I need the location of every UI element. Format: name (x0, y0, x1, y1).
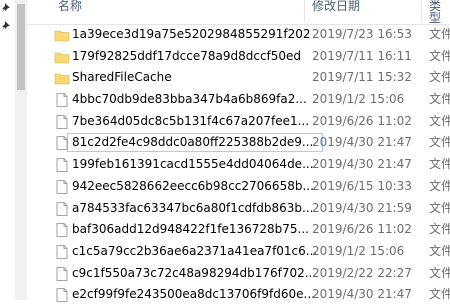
file-icon (56, 266, 68, 281)
modified-date: 2019/2/22 22:27 (312, 265, 412, 280)
modified-date: 2019/4/30 21:47 (312, 135, 412, 150)
file-name: c9c1f550a73c72c48a98294db176f702... (72, 265, 317, 280)
file-icon (56, 179, 68, 194)
column-divider[interactable] (304, 0, 305, 22)
file-type: 文件 (429, 48, 450, 63)
modified-date: 2019/7/11 15:32 (312, 70, 412, 85)
folder-icon (54, 30, 70, 42)
file-row[interactable]: c1c5a79cc2b36ae6a2371a41ea7f01c6... 2019/… (27, 241, 450, 263)
file-row[interactable]: 942eec5828662eecc6b98cc2706658b... 2019/6… (27, 176, 450, 198)
file-name: 942eec5828662eecc6b98cc2706658b... (72, 178, 314, 193)
modified-date: 2019/6/26 11:02 (312, 222, 412, 237)
file-name: 179f92825ddf17dcce78a9d8dccf50ed (72, 48, 302, 63)
file-row[interactable]: e2cf99f9fe243500ea8dc13706f9fd60e... 2019… (27, 284, 450, 306)
file-row[interactable]: a784533fac63347bc6a80f1cdfdb863b... 2019/… (27, 198, 450, 220)
file-type: 文件 (429, 92, 450, 107)
modified-date: 2019/4/30 21:47 (312, 157, 412, 172)
pin-icon[interactable] (1, 2, 12, 13)
column-header-type[interactable]: 类型 (429, 0, 450, 24)
file-row[interactable]: 1a39ece3d19a75e5202984855291f202 2019/7/2… (27, 24, 450, 46)
file-row[interactable]: c9c1f550a73c72c48a98294db176f702... 2019/… (27, 263, 450, 285)
file-type: 文件 (429, 200, 450, 215)
modified-date: 2019/7/23 16:53 (312, 27, 412, 41)
file-type: 文件 (429, 157, 450, 172)
file-name: a784533fac63347bc6a80f1cdfdb863b... (72, 200, 314, 215)
file-type: 文件 (429, 178, 450, 193)
file-row[interactable]: SharedFileCache 2019/7/11 15:32 文件 (27, 67, 450, 89)
file-type: 文件 (429, 222, 450, 237)
column-header-bar: 名称 修改日期 类型 (27, 0, 450, 25)
file-row[interactable]: baf306add12d948422f1fe136728b75... 2019/6… (27, 219, 450, 241)
file-type: 文件 (429, 70, 450, 85)
file-icon (56, 136, 68, 151)
file-name: 4bbc70db9de83bba347b4a6b869fa2... (72, 92, 307, 107)
file-name: 7be364d05dc8c5b131f4c67a207fee1... (72, 113, 310, 128)
file-icon (56, 201, 68, 216)
scrollbar-thumb[interactable] (17, 4, 25, 90)
file-type: 文件 (429, 113, 450, 128)
modified-date: 2019/1/2 15:06 (312, 243, 405, 258)
file-icon (56, 244, 68, 259)
file-type: 文件 (429, 135, 450, 150)
file-type: 文件 (429, 27, 450, 41)
folder-icon (54, 52, 70, 63)
modified-date: 2019/7/11 16:11 (312, 48, 412, 63)
modified-date: 2019/4/30 21:47 (312, 287, 412, 302)
file-name: SharedFileCache (72, 70, 172, 85)
file-icon (56, 158, 68, 173)
file-row[interactable]: 179f92825ddf17dcce78a9d8dccf50ed 2019/7/1… (27, 46, 450, 68)
file-row[interactable]: 7be364d05dc8c5b131f4c67a207fee1... 2019/6… (27, 111, 450, 133)
file-type: 文件 (429, 243, 450, 258)
file-name: 81c2d2fe4c98ddc0a80ff225388b2de9... (72, 135, 314, 150)
folder-icon (54, 74, 70, 85)
modified-date: 2019/1/2 15:06 (312, 92, 405, 107)
vertical-scrollbar[interactable] (15, 0, 27, 300)
column-header-date[interactable]: 修改日期 (312, 0, 360, 24)
modified-date: 2019/6/26 11:02 (312, 113, 412, 128)
file-icon (56, 288, 68, 303)
file-type: 文件 (429, 265, 450, 280)
file-icon (56, 223, 68, 238)
navigation-pane (0, 0, 16, 300)
file-row[interactable]: 199feb161391cacd1555e4dd04064de... 2019/4… (27, 154, 450, 176)
file-row[interactable]: 81c2d2fe4c98ddc0a80ff225388b2de9... 2019/… (27, 132, 450, 154)
file-name: baf306add12d948422f1fe136728b75... (72, 222, 309, 237)
file-icon (56, 93, 68, 107)
column-divider[interactable] (421, 0, 422, 22)
file-list: 1a39ece3d19a75e5202984855291f202 2019/7/2… (27, 24, 450, 306)
pin-icon[interactable] (1, 20, 12, 31)
file-name: 1a39ece3d19a75e5202984855291f202 (72, 27, 311, 41)
file-icon (56, 114, 68, 129)
file-type: 文件 (429, 287, 450, 302)
column-header-name[interactable]: 名称 (58, 0, 82, 24)
file-name: 199feb161391cacd1555e4dd04064de... (72, 157, 314, 172)
modified-date: 2019/6/15 10:33 (312, 178, 412, 193)
file-name: c1c5a79cc2b36ae6a2371a41ea7f01c6... (72, 243, 318, 258)
modified-date: 2019/4/30 21:59 (312, 200, 412, 215)
file-row[interactable]: 4bbc70db9de83bba347b4a6b869fa2... 2019/1/… (27, 89, 450, 111)
file-name: e2cf99f9fe243500ea8dc13706f9fd60e... (72, 287, 315, 302)
